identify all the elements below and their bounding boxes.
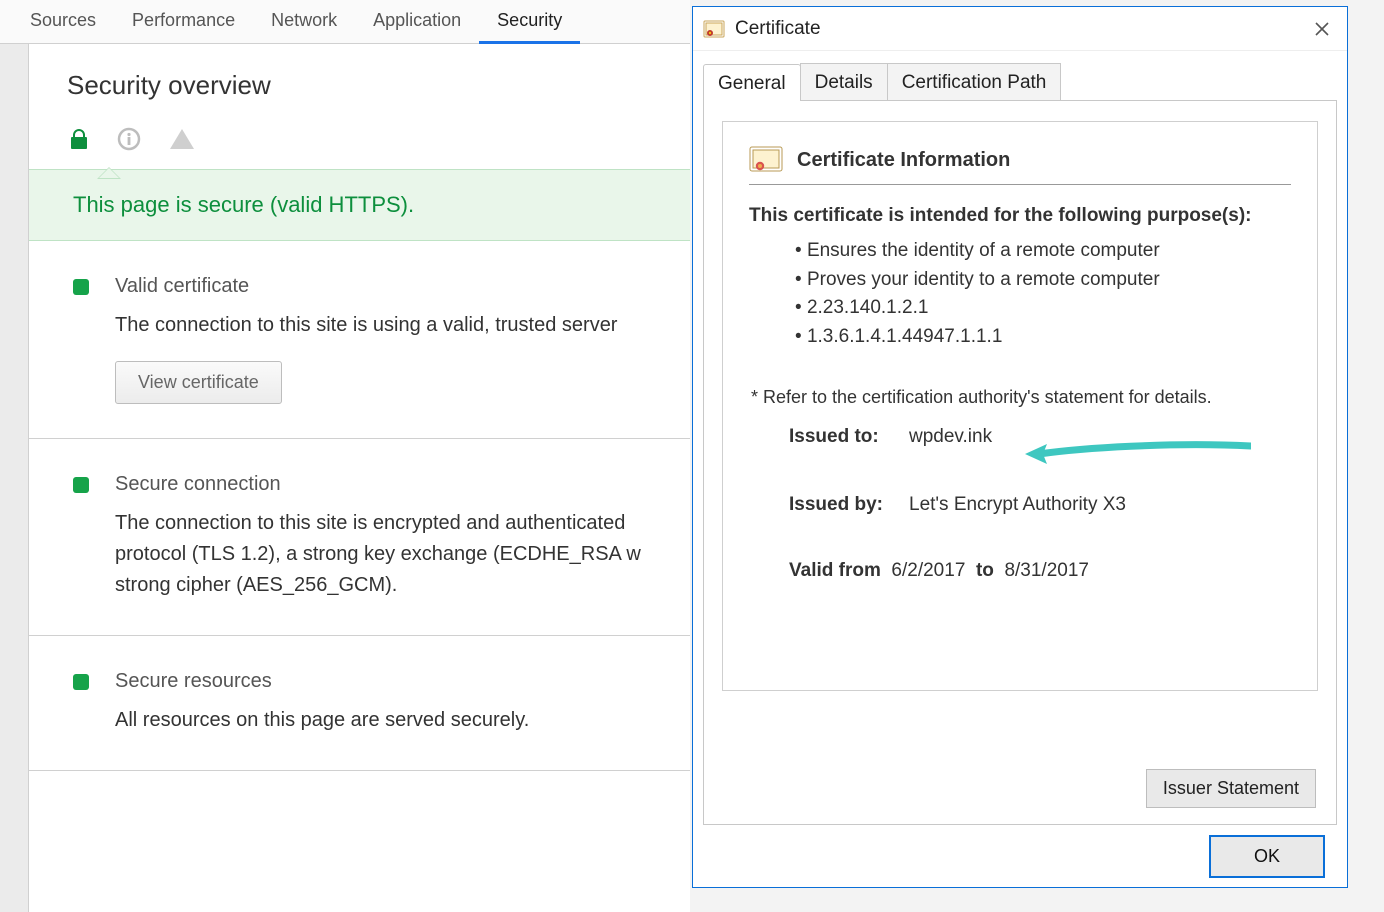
issued-by-label: Issued by:	[789, 494, 899, 516]
dialog-titlebar: Certificate	[693, 7, 1347, 51]
status-badge	[73, 674, 89, 690]
purpose-heading: This certificate is intended for the fol…	[749, 205, 1291, 227]
section-body: All resources on this page are served se…	[115, 705, 662, 736]
lock-icon	[69, 128, 89, 150]
cert-tabs: General Details Certification Path	[703, 61, 1337, 101]
refer-note: * Refer to the certification authority's…	[751, 387, 1291, 408]
tab-certification-path[interactable]: Certification Path	[887, 63, 1062, 100]
purpose-item: Proves your identity to a remote compute…	[795, 266, 1291, 295]
section-title: Secure resources	[115, 670, 272, 693]
tab-general[interactable]: General	[703, 64, 801, 101]
purpose-item: 2.23.140.1.2.1	[795, 294, 1291, 323]
section-body: The connection to this site is using a v…	[115, 310, 662, 341]
status-badge	[73, 477, 89, 493]
section-body: The connection to this site is encrypted…	[115, 508, 662, 601]
tab-details[interactable]: Details	[800, 63, 888, 100]
certificate-icon	[703, 20, 725, 38]
valid-to-label: to	[976, 560, 994, 581]
cert-info-title: Certificate Information	[797, 149, 1010, 172]
page-title: Security overview	[29, 44, 690, 113]
tab-sources[interactable]: Sources	[12, 0, 114, 43]
tab-network[interactable]: Network	[253, 0, 355, 43]
purpose-item: 1.3.6.1.4.1.44947.1.1.1	[795, 323, 1291, 352]
issued-to-label: Issued to:	[789, 426, 899, 448]
issuer-statement-button[interactable]: Issuer Statement	[1146, 769, 1316, 808]
close-icon[interactable]	[1307, 22, 1337, 36]
cert-info-box: Certificate Information This certificate…	[722, 121, 1318, 691]
purpose-list: Ensures the identity of a remote compute…	[795, 237, 1291, 351]
section-title: Secure connection	[115, 473, 281, 496]
cert-general-panel: Certificate Information This certificate…	[703, 101, 1337, 825]
issued-by-row: Issued by: Let's Encrypt Authority X3	[789, 494, 1291, 516]
secure-banner: This page is secure (valid HTTPS).	[29, 169, 690, 241]
section-secure-connection: Secure connection The connection to this…	[29, 439, 690, 636]
status-badge	[73, 279, 89, 295]
section-title: Valid certificate	[115, 275, 249, 298]
status-icon-row	[29, 113, 690, 169]
section-valid-certificate: Valid certificate The connection to this…	[29, 241, 690, 439]
view-certificate-button[interactable]: View certificate	[115, 361, 282, 404]
issued-by-value: Let's Encrypt Authority X3	[909, 494, 1126, 516]
ok-button[interactable]: OK	[1209, 835, 1325, 878]
issued-to-row: Issued to: wpdev.ink	[789, 426, 1291, 448]
purpose-item: Ensures the identity of a remote compute…	[795, 237, 1291, 266]
certificate-badge-icon	[749, 146, 783, 174]
section-secure-resources: Secure resources All resources on this p…	[29, 636, 690, 771]
tab-performance[interactable]: Performance	[114, 0, 253, 43]
info-icon	[117, 127, 141, 151]
devtools-tabs: Sources Performance Network Application …	[0, 0, 690, 44]
devtools-left-gutter	[0, 44, 28, 912]
issued-to-value: wpdev.ink	[909, 426, 992, 448]
valid-to-value: 8/31/2017	[1004, 560, 1089, 581]
certificate-dialog: Certificate General Details Certificatio…	[692, 6, 1348, 888]
warning-icon	[169, 127, 195, 151]
valid-from-label: Valid from	[789, 560, 881, 581]
valid-from-value: 6/2/2017	[891, 560, 965, 581]
security-panel: Security overview This page is secure (v…	[28, 44, 690, 912]
tab-application[interactable]: Application	[355, 0, 479, 43]
dialog-footer: OK	[693, 825, 1347, 887]
tab-security[interactable]: Security	[479, 0, 580, 43]
validity-row: Valid from 6/2/2017 to 8/31/2017	[789, 560, 1291, 582]
dialog-title: Certificate	[735, 18, 821, 40]
